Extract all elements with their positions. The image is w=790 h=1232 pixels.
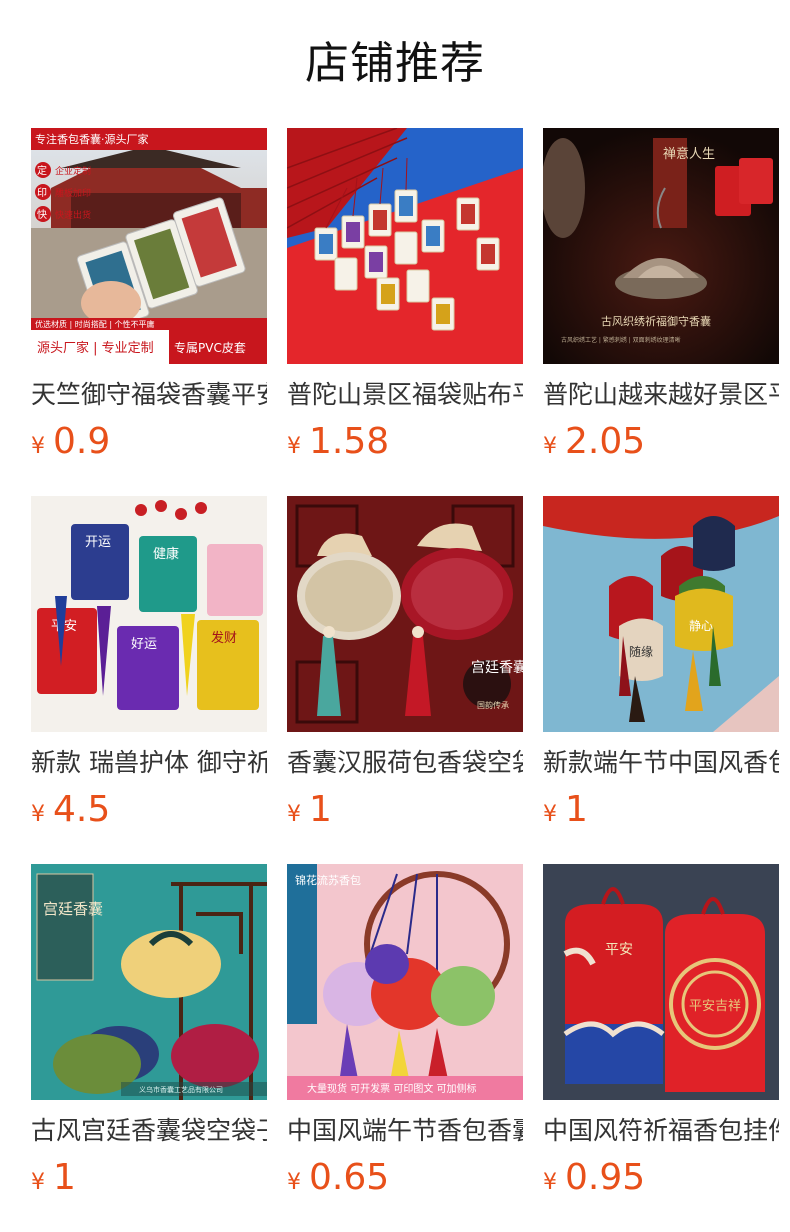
svg-text:平安: 平安 (605, 942, 633, 958)
svg-text:源头厂家 | 专业定制: 源头厂家 | 专业定制 (37, 340, 154, 356)
svg-text:锦花流苏香包: 锦花流苏香包 (295, 873, 361, 887)
currency-symbol: ¥ (287, 1170, 301, 1195)
svg-text:专属PVC皮套: 专属PVC皮套 (174, 340, 246, 355)
svg-text:古风织绣工艺 | 繁感刺绣 | 双面刺绣纹理清晰: 古风织绣工艺 | 繁感刺绣 | 双面刺绣纹理清晰 (561, 336, 681, 344)
vertical-text: 禅意人生 (663, 146, 715, 162)
svg-text:发财: 发财 (211, 630, 237, 646)
svg-text:平安吉祥: 平安吉祥 (689, 999, 741, 1014)
currency-symbol: ¥ (31, 434, 45, 459)
product-title[interactable]: 天竺御守福袋香囊平安符 (31, 375, 267, 415)
currency-symbol: ¥ (543, 1170, 557, 1195)
palace-sachets-photo-icon[interactable]: 宫廷香囊 义乌市香囊工艺品有限公司 (31, 864, 267, 1100)
product-title[interactable]: 古风宫廷香囊袋空袋子 (31, 1111, 267, 1151)
price-amount: 4.5 (53, 789, 111, 830)
svg-text:健康: 健康 (153, 546, 179, 562)
tassel-pouches-photo-icon[interactable]: 随缘 静心 (543, 496, 779, 732)
product-card[interactable]: 平安 平安吉祥 中国风符祈福香包挂件 ¥0.95 (543, 864, 779, 1203)
svg-text:古风织绣祈福御守香囊: 古风织绣祈福御守香囊 (601, 314, 711, 328)
currency-symbol: ¥ (31, 1170, 45, 1195)
svg-text:印: 印 (37, 187, 47, 199)
product-card[interactable]: 专注香包香囊·源头厂家 定 企业定制 印 雕板加印 快 快速出货 优选材质 | … (31, 128, 267, 467)
svg-text:宫廷香囊: 宫廷香囊 (471, 659, 523, 676)
price-amount: 0.65 (309, 1157, 390, 1198)
price-amount: 0.95 (565, 1157, 646, 1198)
image-top-banner: 专注香包香囊·源头厂家 (35, 132, 149, 146)
svg-text:国韵传承: 国韵传承 (477, 700, 509, 710)
svg-text:雕板加印: 雕板加印 (55, 187, 91, 199)
svg-text:开运: 开运 (85, 535, 111, 550)
product-price: ¥0.9 (31, 417, 267, 467)
product-price: ¥0.95 (543, 1153, 779, 1203)
product-card[interactable]: 宫廷香囊 国韵传承 香囊汉服荷包香袋空袋 ¥1 (287, 496, 523, 835)
colorful-pouches-photo-icon[interactable]: 锦花流苏香包 大量现货 可开发票 可印图文 可加侧标 (287, 864, 523, 1100)
product-price: ¥1 (543, 785, 779, 835)
product-title[interactable]: 中国风符祈福香包挂件 (543, 1111, 779, 1151)
product-price: ¥1.58 (287, 417, 523, 467)
currency-symbol: ¥ (543, 802, 557, 827)
beast-amulets-photo-icon[interactable]: 开运 健康 平安 好运 发财 (31, 496, 267, 732)
price-amount: 0.9 (53, 421, 111, 462)
red-ping-an-pouches-photo-icon[interactable]: 平安 平安吉祥 (543, 864, 779, 1100)
price-amount: 1 (53, 1157, 76, 1198)
hanfu-sachet-photo-icon[interactable]: 宫廷香囊 国韵传承 (287, 496, 523, 732)
product-card[interactable]: 禅意人生 古风织绣祈福御守香囊 古风织绣工艺 | 繁感刺绣 | 双面刺绣纹理清晰… (543, 128, 779, 467)
currency-symbol: ¥ (287, 802, 301, 827)
product-card[interactable]: 开运 健康 平安 好运 发财 新款 瑞兽护体 御守祈福 ¥4.5 (31, 496, 267, 835)
svg-text:大量现货 可开发票 可印图文 可加侧标: 大量现货 可开发票 可印图文 可加侧标 (307, 1082, 477, 1095)
product-price: ¥1 (31, 1153, 267, 1203)
currency-symbol: ¥ (31, 802, 45, 827)
product-price: ¥1 (287, 785, 523, 835)
svg-text:好运: 好运 (131, 637, 157, 652)
product-title[interactable]: 新款端午节中国风香包 (543, 743, 779, 783)
product-card[interactable]: 锦花流苏香包 大量现货 可开发票 可印图文 可加侧标 中国风端午节香包香囊 ¥ … (287, 864, 523, 1203)
svg-text:静心: 静心 (689, 619, 713, 633)
product-card[interactable]: 随缘 静心 新款端午节中国风香包 ¥1 (543, 496, 779, 835)
store-recommendations-page: 店铺推荐 专注香包香囊·源头厂家 定 企业定制 印 雕板加印 快 快速出货 优选… (0, 0, 790, 1232)
svg-text:宫廷香囊: 宫廷香囊 (43, 900, 103, 918)
product-price: ¥4.5 (31, 785, 267, 835)
product-price: ¥0.65 (287, 1153, 523, 1203)
price-amount: 1 (565, 789, 588, 830)
svg-text:定: 定 (37, 164, 47, 177)
svg-text:随缘: 随缘 (629, 644, 653, 659)
incense-lotus-photo-icon[interactable]: 禅意人生 古风织绣祈福御守香囊 古风织绣工艺 | 繁感刺绣 | 双面刺绣纹理清晰 (543, 128, 779, 364)
svg-text:义乌市香囊工艺品有限公司: 义乌市香囊工艺品有限公司 (139, 1085, 223, 1094)
product-title[interactable]: 普陀山越来越好景区平安 (543, 375, 779, 415)
svg-text:快速出货: 快速出货 (55, 209, 91, 221)
currency-symbol: ¥ (543, 434, 557, 459)
price-amount: 1 (309, 789, 332, 830)
product-title[interactable]: 香囊汉服荷包香袋空袋 (287, 743, 523, 783)
red-fan-amulets-photo-icon[interactable] (287, 128, 523, 364)
product-title[interactable]: 普陀山景区福袋贴布平安 (287, 375, 523, 415)
svg-text:优选材质 | 时尚搭配 | 个性不平庸: 优选材质 | 时尚搭配 | 个性不平庸 (35, 319, 155, 329)
svg-text:快: 快 (37, 209, 47, 221)
price-amount: 2.05 (565, 421, 646, 462)
product-card[interactable]: 普陀山景区福袋贴布平安 ¥1.58 (287, 128, 523, 467)
svg-text:企业定制: 企业定制 (55, 165, 91, 177)
product-card[interactable]: 宫廷香囊 义乌市香囊工艺品有限公司 古风宫廷香囊袋空袋子 ¥1 (31, 864, 267, 1203)
product-price: ¥2.05 (543, 417, 779, 467)
product-grid: 专注香包香囊·源头厂家 定 企业定制 印 雕板加印 快 快速出货 优选材质 | … (0, 0, 790, 1232)
amulet-sachets-photo-icon[interactable]: 专注香包香囊·源头厂家 定 企业定制 印 雕板加印 快 快速出货 优选材质 | … (31, 128, 267, 364)
product-title[interactable]: 中国风端午节香包香囊 (287, 1111, 523, 1151)
price-amount: 1.58 (309, 421, 390, 462)
currency-symbol: ¥ (287, 434, 301, 459)
product-title[interactable]: 新款 瑞兽护体 御守祈福 (31, 743, 267, 783)
